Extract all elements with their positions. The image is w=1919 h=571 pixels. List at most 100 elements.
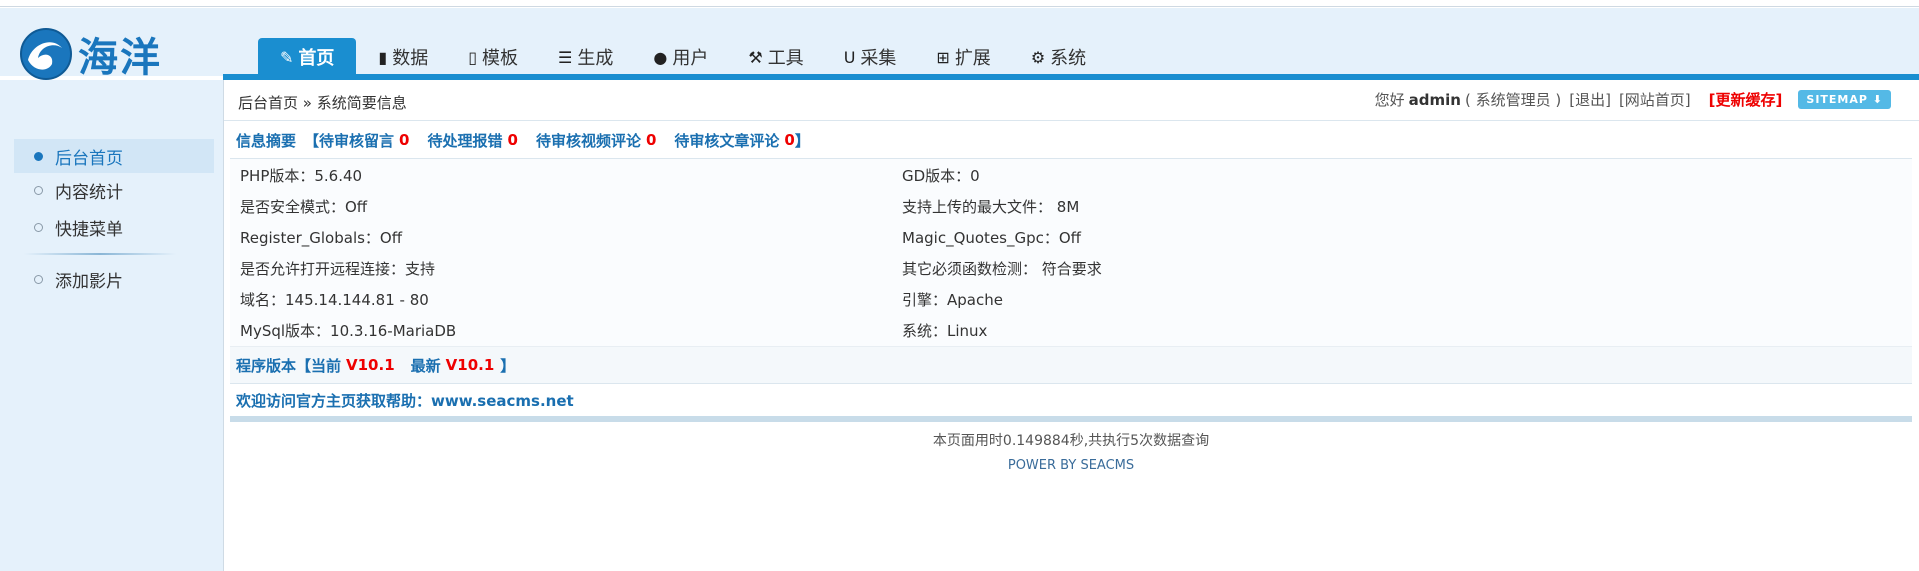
wrench-icon: ⚒ bbox=[748, 47, 763, 67]
file-icon: ▯ bbox=[468, 47, 478, 67]
logo-text: 海洋 bbox=[78, 35, 162, 81]
version-latest-label: 最新 bbox=[410, 356, 441, 375]
welcome-link[interactable]: 欢迎访问官方主页获取帮助：www.seacms.net bbox=[236, 390, 574, 411]
gear-icon: ⚙ bbox=[1030, 47, 1046, 67]
system-info-table: PHP版本：5.6.40 GD版本：0 是否安全模式：Off 支持上传的最大文件… bbox=[230, 159, 1912, 346]
sitemap-icon: ⊞ bbox=[936, 47, 950, 67]
user-icon: ● bbox=[653, 47, 668, 67]
main-nav: ✎ 首页 ▮ 数据 ▯ 模板 ☰ 生成 ● 用户 ⚒ 工具 U 采集 ⊞ 扩展 ⚙ 系统 bbox=[258, 36, 1108, 76]
sidebar-item-label: 添加影片 bbox=[55, 271, 123, 292]
edit-icon: ✎ bbox=[280, 47, 294, 67]
version-row: 程序版本【当前 V10.1 最新 V10.1 】 bbox=[230, 346, 1912, 384]
info-summary: 信息摘要 【 待审核留言 0 待处理报错 0 待审核视频评论 0 待审核文章评论… bbox=[230, 122, 1912, 159]
user-role: ( 系统管理员 ) bbox=[1464, 91, 1562, 109]
main-content: 信息摘要 【 待审核留言 0 待处理报错 0 待审核视频评论 0 待审核文章评论… bbox=[230, 122, 1912, 473]
sidebar-item-stats[interactable]: 内容统计 bbox=[14, 173, 214, 207]
nav-tab-8[interactable]: ⚙ 系统 bbox=[1013, 38, 1104, 76]
nav-tab-5[interactable]: ⚒ 工具 bbox=[730, 38, 821, 76]
sidebar-item-label: 快捷菜单 bbox=[55, 219, 123, 240]
sidebar-top bbox=[0, 80, 224, 121]
nav-tab-6[interactable]: U 采集 bbox=[826, 38, 915, 76]
summary-title: 信息摘要 bbox=[236, 131, 297, 150]
nav-tab-0[interactable]: ✎ 首页 bbox=[258, 38, 357, 76]
bullet-icon bbox=[34, 274, 43, 284]
version-current: V10.1 bbox=[346, 356, 395, 374]
nav-tab-label: 数据 bbox=[392, 48, 429, 69]
table-row: Register_Globals：Off Magic_Quotes_Gpc：Of… bbox=[230, 222, 1912, 253]
bullet-icon bbox=[34, 222, 43, 232]
bullet-icon bbox=[34, 151, 43, 161]
breadcrumb: 后台首页 » 系统简要信息 bbox=[238, 94, 407, 112]
table-row: 域名：145.14.144.81 - 80 引擎：Apache bbox=[230, 284, 1912, 315]
info-cell: 支持上传的最大文件： 8M bbox=[902, 198, 1080, 216]
summary-pending-video-comments[interactable]: 待审核视频评论 bbox=[536, 130, 641, 151]
site-home-link[interactable]: [网站首页] bbox=[1619, 89, 1691, 110]
nav-tab-label: 用户 bbox=[672, 48, 709, 69]
info-cell: 其它必须函数检测： 符合要求 bbox=[902, 260, 1102, 278]
footer: 本页面用时0.149884秒,共执行5次数据查询 POWER BY SEACMS bbox=[230, 430, 1912, 473]
summary-bracket-close: 】 bbox=[794, 131, 810, 150]
version-latest: V10.1 bbox=[445, 356, 495, 374]
nav-tab-3[interactable]: ☰ 生成 bbox=[540, 38, 631, 76]
server-icon: ☰ bbox=[558, 47, 573, 67]
sidebar-item-dashboard[interactable]: 后台首页 bbox=[14, 139, 214, 173]
nav-tab-label: 采集 bbox=[860, 48, 897, 69]
summary-bracket-open: 【 bbox=[304, 131, 320, 150]
nav-tab-label: 首页 bbox=[298, 48, 335, 69]
summary-count: 0 bbox=[507, 131, 518, 149]
power-by: POWER BY SEACMS bbox=[1007, 458, 1135, 473]
logo[interactable]: 海洋 bbox=[18, 24, 162, 84]
info-cell: 是否安全模式：Off bbox=[240, 198, 368, 216]
bullet-icon bbox=[34, 185, 43, 195]
summary-count: 0 bbox=[645, 131, 657, 149]
top-border bbox=[0, 0, 1919, 7]
nav-tab-label: 工具 bbox=[767, 48, 804, 69]
page-timing: 本页面用时0.149884秒,共执行5次数据查询 bbox=[932, 433, 1210, 449]
info-cell: PHP版本：5.6.40 bbox=[240, 167, 363, 185]
nav-tab-label: 系统 bbox=[1050, 48, 1087, 69]
table-row: 是否允许打开远程连接：支持 其它必须函数检测： 符合要求 bbox=[230, 253, 1912, 284]
sidebar-item-label: 后台首页 bbox=[55, 148, 123, 169]
table-row: 是否安全模式：Off 支持上传的最大文件： 8M bbox=[230, 191, 1912, 222]
logout-link[interactable]: [退出] bbox=[1569, 89, 1611, 110]
table-row: PHP版本：5.6.40 GD版本：0 bbox=[230, 160, 1912, 191]
sitemap-button[interactable]: SITEMAP ⬇ bbox=[1798, 90, 1891, 109]
nav-tab-2[interactable]: ▯ 模板 bbox=[450, 38, 536, 76]
nav-tab-4[interactable]: ● 用户 bbox=[635, 38, 726, 76]
info-cell: MySql版本：10.3.16-MariaDB bbox=[240, 322, 457, 340]
sidebar-item-shortcuts[interactable]: 快捷菜单 bbox=[14, 210, 214, 244]
sidebar: 后台首页 内容统计 快捷菜单 添加影片 bbox=[0, 121, 224, 571]
magnet-icon: U bbox=[843, 47, 856, 67]
summary-count: 0 bbox=[399, 131, 410, 149]
info-cell: 引擎：Apache bbox=[902, 291, 1003, 309]
nav-tab-label: 模板 bbox=[482, 48, 519, 69]
version-label: 程序版本【当前 bbox=[236, 356, 342, 375]
nav-tab-label: 生成 bbox=[577, 48, 614, 69]
summary-pending-messages[interactable]: 待审核留言 bbox=[319, 130, 394, 151]
summary-count: 0 bbox=[784, 131, 795, 149]
info-cell: 域名：145.14.144.81 - 80 bbox=[240, 291, 429, 309]
greeting: 您好 bbox=[1374, 91, 1405, 109]
info-cell: 是否允许打开远程连接：支持 bbox=[240, 260, 436, 278]
refresh-cache-link[interactable]: [更新缓存] bbox=[1709, 89, 1783, 110]
nav-tab-1[interactable]: ▮ 数据 bbox=[360, 38, 446, 76]
nav-tab-7[interactable]: ⊞ 扩展 bbox=[918, 38, 1008, 76]
table-row: MySql版本：10.3.16-MariaDB 系统：Linux bbox=[230, 315, 1912, 346]
info-cell: Magic_Quotes_Gpc：Off bbox=[902, 229, 1082, 247]
sidebar-item-label: 内容统计 bbox=[55, 182, 123, 203]
version-close: 】 bbox=[500, 356, 516, 375]
welcome-row: 欢迎访问官方主页获取帮助：www.seacms.net bbox=[230, 384, 1912, 422]
sidebar-divider bbox=[24, 253, 176, 255]
nav-tab-label: 扩展 bbox=[954, 48, 991, 69]
info-cell: Register_Globals：Off bbox=[240, 229, 403, 247]
username: admin bbox=[1408, 90, 1461, 109]
summary-pending-article-comments[interactable]: 待审核文章评论 bbox=[674, 130, 779, 151]
crumb-bar: 后台首页 » 系统简要信息 您好 admin ( 系统管理员 ) [退出] [网… bbox=[224, 80, 1919, 121]
wave-logo-icon bbox=[20, 28, 72, 80]
info-cell: GD版本：0 bbox=[902, 167, 980, 185]
sidebar-item-add-movie[interactable]: 添加影片 bbox=[14, 262, 214, 296]
summary-pending-errors[interactable]: 待处理报错 bbox=[427, 130, 502, 151]
user-info: 您好 admin ( 系统管理员 ) [退出] [网站首页] [更新缓存] SI… bbox=[1375, 89, 1891, 110]
info-cell: 系统：Linux bbox=[902, 322, 988, 340]
book-icon: ▮ bbox=[378, 47, 388, 67]
